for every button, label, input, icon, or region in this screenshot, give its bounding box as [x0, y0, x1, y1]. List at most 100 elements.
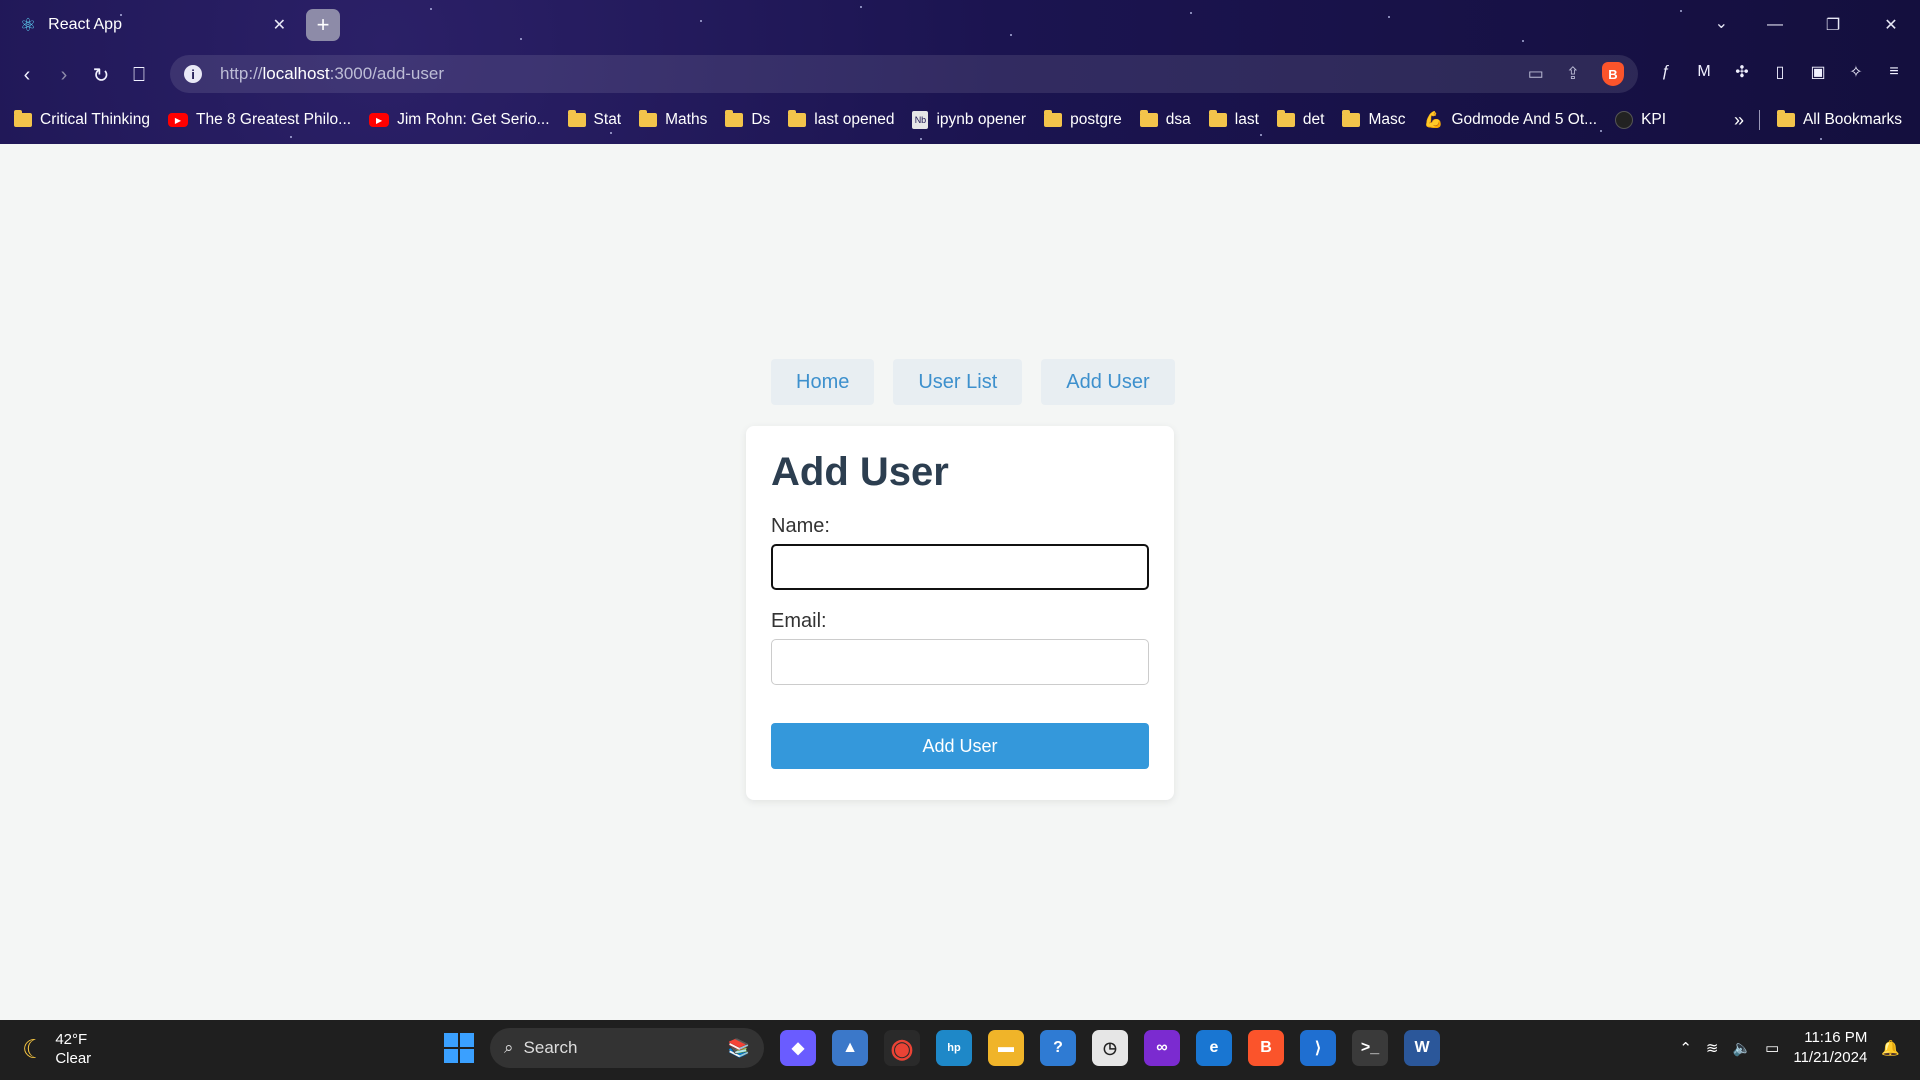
reload-icon[interactable]: ↻	[84, 58, 118, 92]
wifi-icon[interactable]: ≋	[1706, 1039, 1719, 1057]
address-bar-actions: ▭ ⇪ B	[1528, 62, 1624, 86]
folder-icon	[1044, 110, 1063, 127]
bookmark-item[interactable]: det	[1276, 110, 1325, 129]
bookmark-item[interactable]: postgre	[1044, 110, 1122, 129]
bookmark-label: last	[1234, 111, 1259, 128]
sidebar-icon[interactable]: ▯	[1768, 60, 1792, 84]
site-info-icon[interactable]: i	[184, 65, 202, 83]
formula-extension-icon[interactable]: ƒ	[1654, 60, 1678, 84]
back-icon[interactable]: ‹	[10, 58, 44, 92]
copilot-icon[interactable]: ◆	[780, 1030, 816, 1066]
brave-shields-icon[interactable]: B	[1602, 62, 1624, 86]
bookmark-item[interactable]: ▶ The 8 Greatest Philo...	[167, 111, 351, 129]
folder-icon	[1342, 110, 1361, 127]
folder-icon	[639, 110, 658, 127]
extensions-puzzle-icon[interactable]: ✣	[1730, 60, 1754, 84]
search-icon: ⌕	[504, 1038, 514, 1057]
folder-icon	[1139, 110, 1158, 127]
all-bookmarks-label: All Bookmarks	[1802, 111, 1902, 128]
bookmarks-divider	[1759, 110, 1760, 130]
bookmark-item[interactable]: last	[1208, 110, 1259, 129]
clock-date: 11/21/2024	[1793, 1049, 1868, 1066]
url-path: :3000/add-user	[329, 64, 445, 83]
address-bar[interactable]: i http:// localhost :3000/add-user ▭ ⇪ B	[170, 55, 1638, 93]
bookmark-label: Masc	[1368, 111, 1406, 128]
bookmark-item[interactable]: Stat	[567, 110, 622, 129]
search-highlight-icon: 📚	[727, 1037, 750, 1058]
bookmark-label: last opened	[814, 111, 895, 128]
bookmark-item[interactable]: KPI	[1615, 111, 1666, 129]
notifications-icon[interactable]: 🔔	[1881, 1039, 1900, 1057]
search-label: Search	[523, 1038, 578, 1057]
bookmark-item[interactable]: last opened	[788, 110, 895, 129]
browser-toolbar: ‹ › ↻ ⎕ i http:// localhost :3000/add-us…	[0, 52, 1920, 96]
more-bookmarks-icon[interactable]: »	[1734, 104, 1744, 136]
share-icon[interactable]: ⇪	[1566, 64, 1580, 84]
weather-temp: 42°F	[55, 1031, 88, 1048]
brave-icon[interactable]: B	[1248, 1030, 1284, 1066]
taskbar-search[interactable]: ⌕ Search 📚	[490, 1028, 764, 1068]
bookmark-item[interactable]: Critical Thinking	[14, 110, 150, 129]
bookmark-item[interactable]: Masc	[1342, 110, 1406, 129]
show-hidden-icons-icon[interactable]: ⌃	[1679, 1039, 1692, 1057]
wallet-icon[interactable]: ▣	[1806, 60, 1830, 84]
close-window-icon[interactable]: ✕	[1862, 15, 1920, 35]
windows-start-icon[interactable]	[444, 1033, 474, 1063]
clock[interactable]: 11:16 PM 11/21/2024	[1793, 1028, 1867, 1068]
new-tab-button[interactable]: +	[306, 9, 340, 41]
leo-ai-icon[interactable]: ✧	[1844, 60, 1868, 84]
github-icon	[1615, 111, 1634, 129]
terminal-icon[interactable]: >_	[1352, 1030, 1388, 1066]
mask-app-icon[interactable]: ∞	[1144, 1030, 1180, 1066]
close-tab-icon[interactable]: ✕	[273, 15, 286, 35]
photos-icon[interactable]: ▲	[832, 1030, 868, 1066]
battery-icon[interactable]: ▭	[1765, 1039, 1779, 1057]
restore-icon[interactable]: ❐	[1804, 15, 1862, 35]
minimize-icon[interactable]: —	[1746, 16, 1804, 34]
clock-app-icon[interactable]: ◷	[1092, 1030, 1128, 1066]
nav-user-list[interactable]: User List	[893, 359, 1023, 405]
nav-home[interactable]: Home	[771, 359, 875, 405]
bookmark-label: Critical Thinking	[40, 111, 150, 128]
email-field[interactable]	[771, 639, 1149, 685]
bookmark-label: det	[1302, 111, 1325, 128]
cast-icon[interactable]: ▭	[1528, 64, 1544, 84]
volume-icon[interactable]: 🔈	[1732, 1039, 1751, 1057]
myhp-icon[interactable]: hp	[936, 1030, 972, 1066]
word-icon[interactable]: W	[1404, 1030, 1440, 1066]
clock-time: 11:16 PM	[1804, 1029, 1868, 1046]
bookmarks-bar: Critical Thinking ▶ The 8 Greatest Philo..…	[0, 104, 1920, 136]
youtube-icon: ▶	[167, 113, 188, 127]
vscode-icon[interactable]: ⟩	[1300, 1030, 1336, 1066]
bookmark-item[interactable]: Maths	[639, 110, 708, 129]
tab-react-app[interactable]: ⚛ React App ✕	[8, 6, 298, 44]
bookmark-item[interactable]: Nb ipynb opener	[912, 111, 1026, 129]
extensions-bar: ƒ M ✣ ▯ ▣ ✧ ≡	[1654, 60, 1906, 84]
add-user-button[interactable]: Add User	[771, 723, 1149, 769]
window-controls: — ❐ ✕	[1746, 0, 1920, 50]
bookmark-label: Ds	[751, 111, 771, 128]
bookmark-item[interactable]: Ds	[725, 110, 771, 129]
bookmark-label: Stat	[593, 111, 622, 128]
name-field[interactable]	[771, 544, 1149, 590]
bookmark-item[interactable]: dsa	[1139, 110, 1191, 129]
nav-add-user[interactable]: Add User	[1041, 359, 1175, 405]
bookmark-item[interactable]: 💪 Godmode And 5 Ot...	[1424, 110, 1598, 130]
weather-widget[interactable]: ☾ 42°F Clear	[22, 1030, 91, 1068]
forward-icon[interactable]: ›	[47, 58, 81, 92]
name-label: Name:	[771, 515, 830, 537]
page-title: Add User	[771, 450, 949, 494]
m-extension-icon[interactable]: M	[1692, 60, 1716, 84]
add-user-form: Add User Name: Email: Add User	[746, 426, 1174, 800]
bookmark-icon[interactable]: ⎕	[122, 58, 156, 92]
menu-icon[interactable]: ≡	[1882, 60, 1906, 84]
help-icon[interactable]: ?	[1040, 1030, 1076, 1066]
bookmark-item[interactable]: ▶ Jim Rohn: Get Serio...	[369, 111, 550, 129]
tab-search-chevron-icon[interactable]: ⌄	[1715, 13, 1728, 33]
edge-icon[interactable]: e	[1196, 1030, 1232, 1066]
main-nav: Home User List Add User	[771, 359, 1175, 405]
bookmark-label: Maths	[665, 111, 708, 128]
file-explorer-icon[interactable]: ▬	[988, 1030, 1024, 1066]
all-bookmarks-button[interactable]: All Bookmarks	[1776, 104, 1902, 136]
chrome-icon[interactable]: ◉	[884, 1030, 920, 1066]
